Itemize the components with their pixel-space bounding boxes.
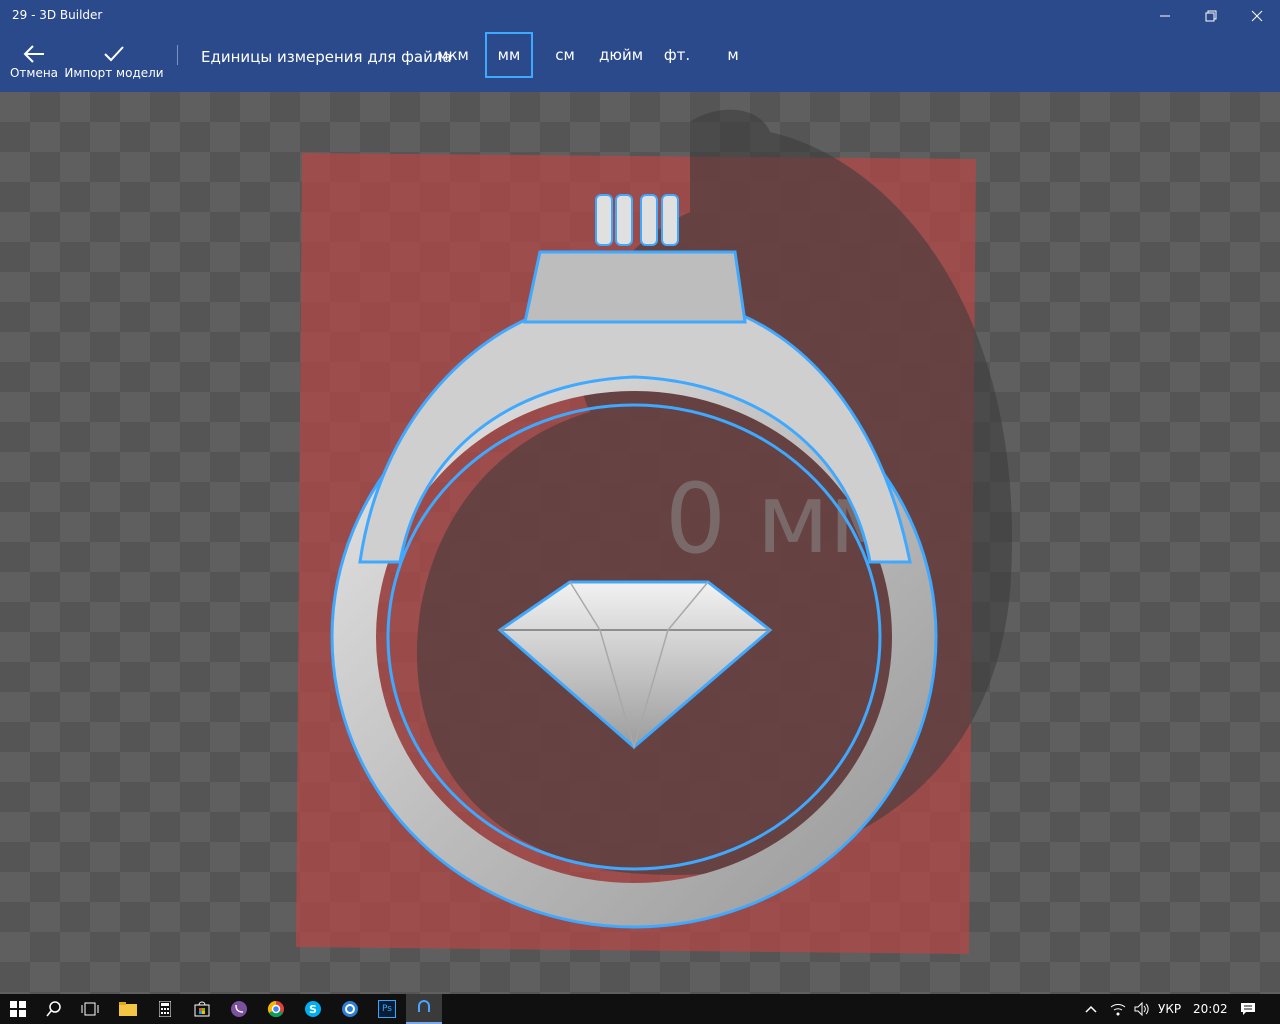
blue-circle-app-icon — [342, 1001, 358, 1017]
prong-4 — [661, 194, 679, 246]
action-center-button[interactable] — [1232, 994, 1264, 1024]
volume-button[interactable] — [1128, 994, 1156, 1024]
clock[interactable]: 20:02 — [1193, 1002, 1228, 1016]
3d-builder-icon — [418, 1000, 430, 1012]
chrome-icon — [267, 1000, 284, 1018]
taskbar-calculator[interactable] — [147, 994, 183, 1024]
wifi-icon — [1110, 1003, 1126, 1016]
chevron-up-icon — [1085, 1005, 1097, 1013]
restore-icon — [1205, 10, 1217, 22]
unit-option-foot[interactable]: фт. — [659, 32, 695, 78]
notification-icon — [1241, 1003, 1255, 1015]
import-toolbar: Отмена Импорт модели Единицы измерения д… — [0, 32, 1280, 92]
restore-button[interactable] — [1188, 0, 1234, 32]
taskbar-file-explorer[interactable] — [110, 994, 146, 1024]
close-icon — [1251, 10, 1263, 22]
units-label: Единицы измерения для файла — [201, 48, 452, 66]
store-bag-icon — [194, 1001, 210, 1017]
close-button[interactable] — [1234, 0, 1280, 32]
taskbar: S Ps УКР 20:02 — [0, 994, 1280, 1024]
model-scene: 0 мм — [296, 109, 1013, 954]
unit-option-inch[interactable]: дюйм — [596, 32, 646, 78]
taskbar-skype[interactable]: S — [295, 994, 331, 1024]
3d-viewport[interactable]: 0 мм — [0, 92, 1280, 994]
svg-text:S: S — [309, 1003, 317, 1016]
prong-2 — [615, 194, 633, 246]
import-model-button[interactable]: Импорт модели — [64, 32, 164, 92]
show-hidden-icons-button[interactable] — [1076, 994, 1106, 1024]
prong-3 — [640, 194, 658, 246]
task-view-icon — [81, 1002, 99, 1016]
input-language-indicator[interactable]: УКР — [1158, 1002, 1181, 1016]
ring-crown — [523, 250, 747, 324]
window-title: 29 - 3D Builder — [12, 8, 103, 22]
search-button[interactable] — [36, 994, 72, 1024]
cancel-label: Отмена — [9, 66, 59, 80]
minimize-icon — [1160, 15, 1170, 17]
speaker-icon — [1134, 1002, 1149, 1016]
taskbar-app[interactable] — [332, 994, 368, 1024]
prong-1 — [595, 194, 613, 246]
calculator-icon — [159, 1001, 171, 1017]
photoshop-icon: Ps — [378, 1000, 396, 1018]
unit-option-centimeter[interactable]: см — [545, 32, 585, 78]
toolbar-divider — [177, 45, 178, 65]
cancel-button[interactable]: Отмена — [6, 32, 62, 92]
skype-icon: S — [305, 1001, 321, 1017]
title-bar: 29 - 3D Builder — [0, 0, 1280, 32]
search-icon — [46, 1001, 61, 1017]
unit-option-meter[interactable]: м — [718, 32, 748, 78]
unit-option-millimeter[interactable]: мм — [485, 32, 533, 78]
taskbar-store[interactable] — [184, 994, 220, 1024]
import-model-label: Импорт модели — [64, 66, 164, 80]
viber-icon — [231, 1001, 247, 1017]
taskbar-3d-builder[interactable] — [406, 994, 442, 1024]
checkmark-icon — [104, 46, 124, 62]
windows-logo-icon — [10, 1001, 26, 1017]
minimize-button[interactable] — [1142, 0, 1188, 32]
taskbar-photoshop[interactable]: Ps — [369, 994, 405, 1024]
task-view-button[interactable] — [72, 994, 108, 1024]
taskbar-chrome[interactable] — [258, 994, 294, 1024]
taskbar-viber[interactable] — [221, 994, 257, 1024]
unit-option-micrometer[interactable]: мкм — [431, 32, 475, 78]
folder-icon — [119, 1002, 137, 1016]
back-arrow-icon — [23, 45, 44, 63]
start-button[interactable] — [0, 994, 36, 1024]
